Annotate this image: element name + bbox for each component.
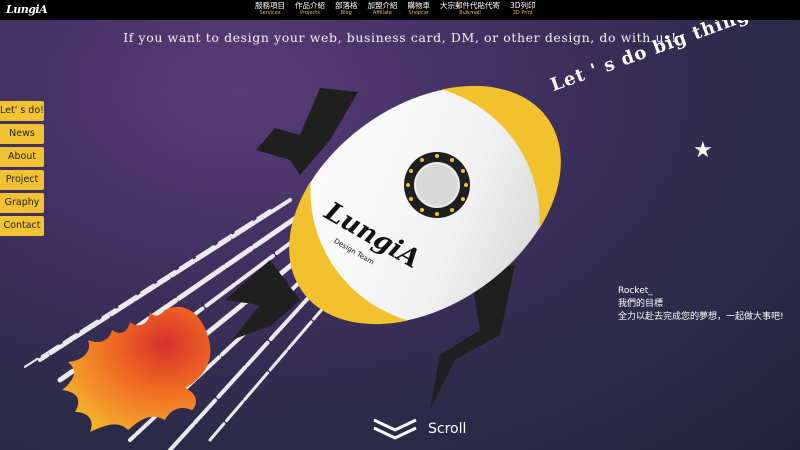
nav-label-zh: 服務項目 — [255, 1, 285, 10]
nav-label-zh: 加盟介紹 — [367, 1, 398, 10]
side-menu-contact[interactable]: Contact — [0, 216, 44, 236]
nav-label-zh: 作品介紹 — [295, 1, 325, 10]
info-title: Rocket_ — [618, 286, 653, 296]
nav-item-3d-print[interactable]: 3D列印 3D Print — [510, 1, 536, 17]
nav-item-services[interactable]: 服務項目 Services — [255, 1, 285, 17]
scroll-button[interactable]: Scroll — [372, 418, 466, 440]
nav-item-projects[interactable]: 作品介紹 Projects — [295, 1, 325, 17]
porthole-window — [404, 152, 470, 218]
lower-fin — [225, 260, 300, 340]
brand-logo[interactable]: LungiA — [6, 1, 48, 19]
nav-label-en: Services — [259, 10, 281, 16]
nav-label-zh: 購物車 — [407, 1, 431, 10]
main-nav: 服務項目 Services 作品介紹 Projects 部落格 Blog 加盟介紹 Af… — [255, 1, 536, 17]
nav-label-zh: 部落格 — [335, 1, 358, 10]
info-description: 全力以赴去完成您的夢想，一起做大事吧! — [618, 312, 784, 322]
nav-label-en: Bulkmail — [459, 10, 481, 16]
nav-item-bulkmail[interactable]: 大宗郵件代貼代寄 Bulkmail — [440, 1, 500, 17]
flame-icon — [62, 306, 211, 432]
side-menu-about[interactable]: About — [0, 147, 44, 167]
nav-label-en: Projects — [300, 10, 320, 16]
side-menu-news[interactable]: News — [0, 124, 44, 144]
nav-item-affiliate[interactable]: 加盟介紹 Affiliate — [368, 1, 398, 17]
info-subtitle: 我們的目標 — [618, 299, 664, 309]
nav-item-shopcar[interactable]: 購物車 Shopcar — [408, 1, 431, 17]
side-menu: Let' s do! News About Project Graphy Con… — [0, 101, 44, 236]
nav-label-zh: 3D列印 — [510, 1, 536, 10]
side-menu-lets-do[interactable]: Let' s do! — [0, 101, 44, 121]
star-icon: ★ — [693, 138, 713, 163]
info-block: Rocket_ 我們的目標 全力以赴去完成您的夢想，一起做大事吧! — [618, 285, 784, 324]
rocket-illustration: LungiA Design Team — [19, 85, 561, 450]
side-menu-graphy[interactable]: Graphy — [0, 193, 44, 213]
nav-label-en: Shopcar — [408, 10, 429, 16]
side-menu-project[interactable]: Project — [0, 170, 44, 190]
scroll-label: Scroll — [428, 421, 467, 437]
chevron-down-icon — [373, 418, 417, 440]
nav-item-blog[interactable]: 部落格 Blog — [335, 1, 358, 17]
nav-label-en: Affiliate — [372, 10, 393, 16]
nav-label-en: Blog — [340, 10, 352, 16]
nav-label-zh: 大宗郵件代貼代寄 — [440, 1, 500, 10]
top-nav-bar: LungiA 服務項目 Services 作品介紹 Projects 部落格 Blog… — [0, 0, 800, 20]
nav-label-en: 3D Print — [512, 10, 533, 16]
